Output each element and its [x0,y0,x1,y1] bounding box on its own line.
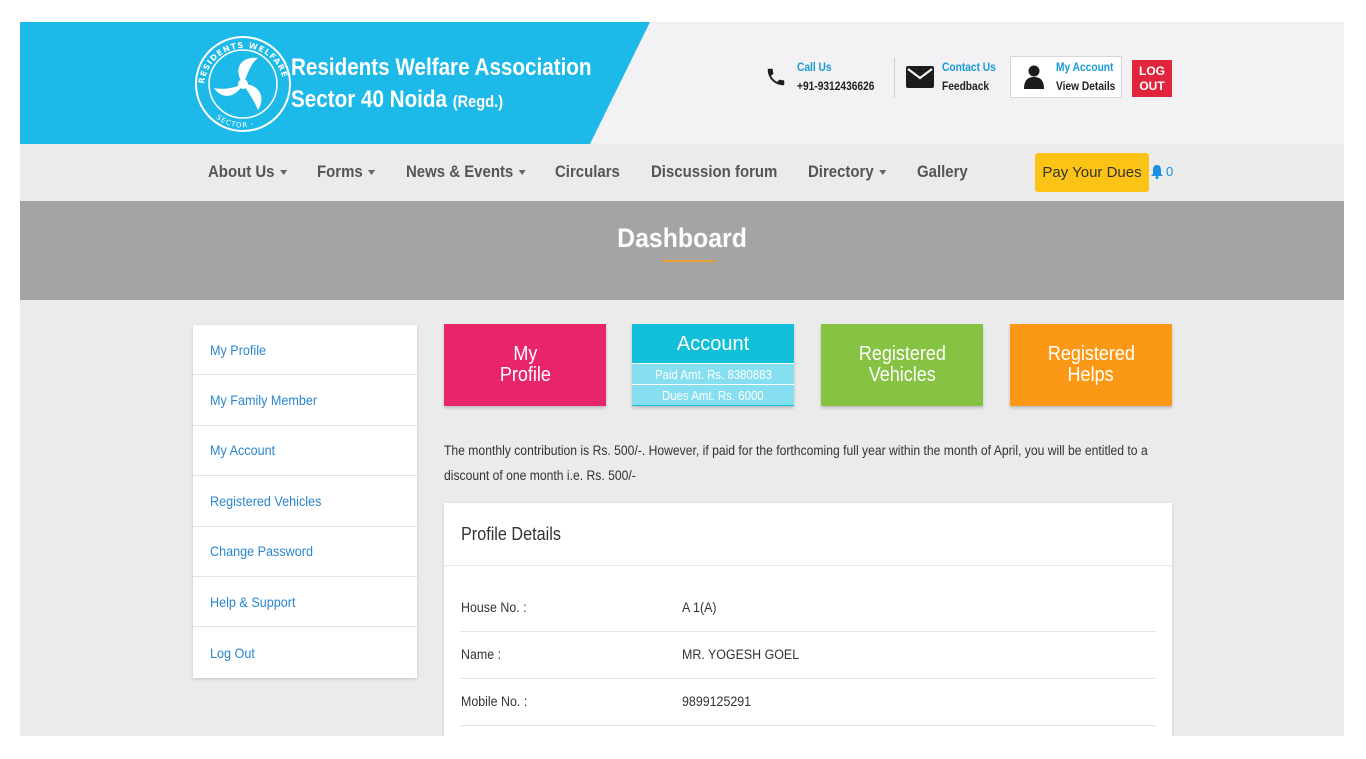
contribution-notice: The monthly contribution is Rs. 500/-. H… [444,443,1148,483]
nav-circulars-label: Circulars [555,162,620,181]
nav-about-us[interactable]: About Us [208,162,287,182]
caret-down-icon [878,170,887,176]
caret-down-icon [368,170,376,176]
title-underline [662,260,716,262]
dues-amount-text: Dues Amt. Rs. 6000 [662,388,764,403]
tile-line-2: Helps [1067,364,1115,386]
caret-down-icon [518,170,526,176]
brand-line-2: Sector 40 Noida (Regd.) [291,84,592,118]
paid-amount: Paid Amt. Rs. 8380883 [632,363,794,384]
my-account-sub: View Details [1056,79,1116,93]
user-icon [1024,65,1044,89]
tile-line-2: Profile [499,364,551,386]
call-us-link[interactable]: Call Us +91-9312436626 [765,58,888,96]
my-account-link[interactable]: My Account View Details [1024,58,1126,96]
sidebar-item-change-password[interactable]: Change Password [193,527,417,577]
sidebar-item-my-family-member[interactable]: My Family Member [193,375,417,426]
my-profile-tile[interactable]: My Profile [444,324,606,406]
registered-vehicles-tile[interactable]: Registered Vehicles [821,324,983,406]
row-label: Mobile No. : [461,694,528,709]
phone-icon [767,68,785,86]
registered-helps-tile[interactable]: Registered Helps [1010,324,1172,406]
profile-row-mobile: Mobile No. : 9899125291 [461,679,1155,726]
envelope-icon [906,66,934,88]
contact-us-link[interactable]: Contact Us Feedback [906,58,1005,96]
site-brand[interactable]: Residents Welfare Association Sector 40 … [291,52,592,118]
call-us-number: +91-9312436626 [797,79,875,93]
nav-news-events-label: News & Events [406,162,514,181]
sidebar-item-label: Registered Vehicles [210,492,322,509]
contact-us-sub: Feedback [942,79,990,93]
svg-text:RESIDENTS WELFARE ASSOCIATION: RESIDENTS WELFARE ASSOCIATION [188,26,289,84]
main-nav: About Us Forms News & Events Circulars D… [20,144,1344,201]
nav-gallery-label: Gallery [917,162,968,181]
row-value: A 1(A) [682,600,717,615]
profile-details-card: Profile Details House No. : A 1(A) Name … [444,503,1172,736]
association-logo[interactable]: RESIDENTS WELFARE ASSOCIATION SECTOR - 4… [188,26,298,136]
nav-forms[interactable]: Forms [317,162,376,182]
page-title-band: Dashboard [20,201,1344,300]
tile-line-1: Registered [858,343,946,365]
sidebar-item-log-out[interactable]: Log Out [193,627,417,677]
dues-amount: Dues Amt. Rs. 6000 [632,384,794,405]
row-value: 9899125291 [682,694,752,709]
logout-line-2: OUT [1139,79,1165,93]
card-title: Profile Details [461,523,561,544]
logout-button[interactable]: LOG OUT [1132,60,1172,97]
notifications-link[interactable]: 0 [1151,164,1173,179]
tile-line-2: Vehicles [868,364,936,386]
row-value: MR. YOGESH GOEL [682,647,800,662]
logo-text-top: RESIDENTS WELFARE ASSOCIATION [188,26,288,84]
bell-icon [1151,164,1163,179]
page-title: Dashboard [617,223,747,253]
logout-line-1: LOG [1139,64,1165,78]
contact-us-title: Contact Us [942,60,996,74]
sidebar-item-label: Help & Support [210,593,296,610]
nav-forms-label: Forms [317,162,363,181]
nav-news-events[interactable]: News & Events [406,162,526,182]
profile-row-name: Name : MR. YOGESH GOEL [461,632,1155,679]
sidebar-item-registered-vehicles[interactable]: Registered Vehicles [193,476,417,527]
sidebar-item-help-support[interactable]: Help & Support [193,577,417,628]
brand-line-2-text: Sector 40 Noida [291,86,448,113]
pay-your-dues-button[interactable]: Pay Your Dues [1035,153,1149,192]
nav-circulars[interactable]: Circulars [555,162,620,182]
sidebar-item-label: My Family Member [210,392,318,409]
header-divider [894,58,895,98]
account-sidebar: My Profile My Family Member My Account R… [193,325,417,678]
my-account-title: My Account [1056,60,1114,74]
call-us-title: Call Us [797,60,832,74]
sidebar-item-label: Log Out [210,644,255,661]
page-frame: RESIDENTS WELFARE ASSOCIATION SECTOR - 4… [20,22,1344,736]
nav-directory-label: Directory [808,162,874,181]
brand-suffix: (Regd.) [452,92,504,111]
sidebar-item-my-account[interactable]: My Account [193,426,417,477]
row-label: House No. : [461,600,527,615]
sidebar-item-label: Change Password [210,543,313,560]
account-tile-title: Account [676,333,750,355]
nav-about-us-label: About Us [208,162,275,181]
brand-line-1: Residents Welfare Association [291,54,592,81]
row-label: Name : [461,647,502,662]
nav-directory[interactable]: Directory [808,162,887,182]
tile-line-1: My [512,343,537,365]
sidebar-item-my-profile[interactable]: My Profile [193,325,417,376]
paid-amount-text: Paid Amt. Rs. 8380883 [654,367,772,382]
card-header: Profile Details [444,503,1172,566]
sidebar-item-label: My Account [210,442,276,459]
caret-down-icon [279,170,287,176]
site-header: RESIDENTS WELFARE ASSOCIATION SECTOR - 4… [20,22,1344,144]
tile-line-1: Registered [1047,343,1135,365]
nav-gallery[interactable]: Gallery [917,162,968,182]
sidebar-item-label: My Profile [210,341,267,358]
account-tile[interactable]: Account Paid Amt. Rs. 8380883 Dues Amt. … [632,324,794,406]
nav-discussion-forum[interactable]: Discussion forum [651,162,777,182]
notification-count: 0 [1166,164,1174,179]
nav-discussion-forum-label: Discussion forum [651,162,778,181]
profile-row-house-no: House No. : A 1(A) [461,585,1155,632]
